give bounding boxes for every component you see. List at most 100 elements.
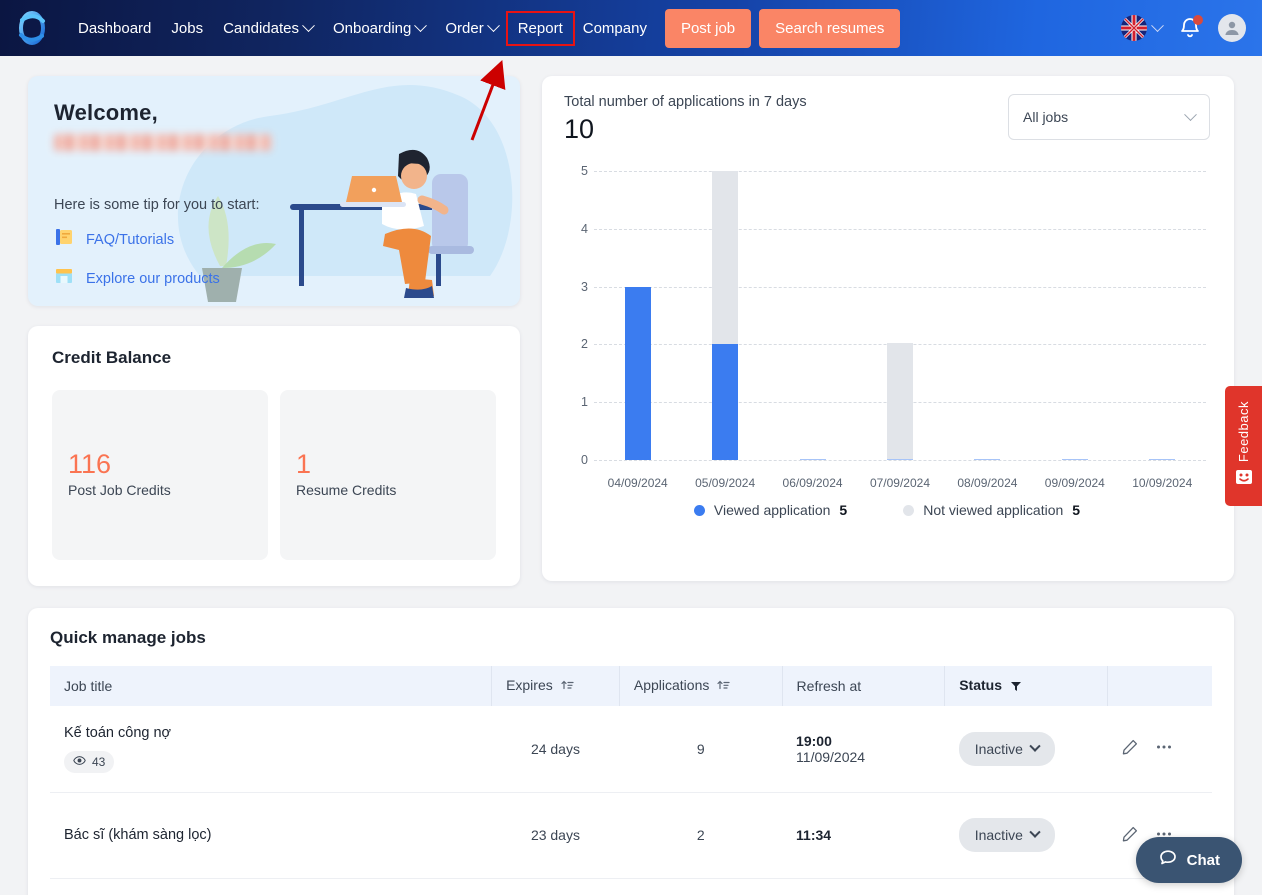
sort-icon[interactable] — [561, 679, 574, 695]
cell-refresh-at: 11:34 — [782, 792, 945, 879]
nav-item-report[interactable]: Report — [505, 10, 575, 46]
left-column: Welcome, Here is some tip for you to sta… — [28, 76, 520, 586]
nav-item-onboarding[interactable]: Onboarding — [323, 15, 435, 42]
nav-item-jobs[interactable]: Jobs — [161, 15, 213, 42]
avatar[interactable] — [1218, 14, 1246, 42]
cell-job-title[interactable]: Bác sĩ (khám sàng lọc) — [50, 792, 492, 879]
nav-item-dashboard[interactable]: Dashboard — [68, 15, 161, 42]
bar-segment-viewed — [799, 458, 826, 460]
col-label-refresh-at: Refresh at — [796, 678, 862, 694]
nav-label-onboarding: Onboarding — [332, 19, 412, 37]
gridline-0 — [594, 460, 1206, 461]
nav-item-candidates[interactable]: Candidates — [213, 15, 323, 42]
jobs-table-body: Kế toán công nợ 43 24 days 9 19:00 11/09/2024… — [50, 706, 1212, 879]
status-label: Inactive — [974, 827, 1023, 843]
legend-dot-not-viewed — [903, 504, 915, 516]
navbar-right-cluster — [1121, 14, 1246, 42]
nav-links: Dashboard Jobs Candidates Onboarding Ord… — [68, 10, 657, 46]
cell-refresh-at: 19:00 11/09/2024 — [782, 706, 945, 793]
right-column: Total number of applications in 7 days 1… — [542, 76, 1234, 586]
credit-label-resume: Resume Credits — [296, 482, 397, 499]
credit-label-post-job: Post Job Credits — [68, 482, 171, 499]
jobs-table: Job title Expires Applications Refresh a… — [50, 666, 1212, 879]
bar-segment-viewed — [624, 286, 651, 460]
col-job-title[interactable]: Job title — [50, 666, 493, 706]
bar-group[interactable] — [594, 171, 681, 460]
job-filter-select[interactable]: All jobs — [1008, 94, 1210, 140]
bar-group[interactable] — [1031, 171, 1118, 460]
cell-applications: 9 — [619, 706, 783, 793]
chart-title: Total number of applications in 7 days — [564, 94, 807, 110]
status-badge[interactable]: Inactive — [958, 818, 1055, 852]
ellipsis-icon[interactable] — [1155, 738, 1173, 759]
chart-x-axis: 04/09/2024 05/09/2024 06/09/2024 07/09/2024… — [594, 476, 1206, 490]
x-tick-label: 04/09/2024 — [607, 476, 668, 490]
language-selector[interactable] — [1121, 15, 1164, 41]
col-expires[interactable]: Expires — [491, 666, 620, 706]
cell-job-title[interactable]: Kế toán công nợ 43 — [50, 706, 492, 793]
col-refresh-at[interactable]: Refresh at — [782, 666, 946, 706]
chevron-down-icon — [302, 18, 315, 32]
credit-grid: 116 Post Job Credits 1 Resume Credits — [52, 390, 496, 560]
chevron-down-icon — [414, 18, 428, 32]
nav-item-order[interactable]: Order — [435, 15, 507, 42]
nav-label-dashboard: Dashboard — [78, 19, 152, 37]
col-applications[interactable]: Applications — [619, 666, 783, 706]
y-tick-3: 3 — [581, 279, 588, 294]
legend-item-viewed[interactable]: Viewed application 5 — [693, 502, 848, 518]
legend-value-viewed: 5 — [839, 502, 848, 518]
credit-value-resume: 1 — [296, 449, 312, 479]
jobs-table-head: Job title Expires Applications Refresh a… — [50, 666, 1212, 706]
y-tick-0: 0 — [581, 453, 588, 467]
sort-icon[interactable] — [717, 679, 730, 695]
chat-bubble-icon — [1158, 848, 1178, 872]
tip-link-label-faq: FAQ/Tutorials — [86, 231, 175, 248]
status-badge[interactable]: Inactive — [958, 731, 1055, 766]
col-status[interactable]: Status — [944, 666, 1108, 706]
col-label-expires: Expires — [506, 677, 553, 693]
col-actions — [1107, 666, 1212, 706]
tip-link-products[interactable]: Explore our products — [54, 266, 520, 291]
welcome-greeting: Welcome, — [54, 100, 158, 125]
cell-expires: 23 days — [491, 792, 620, 879]
jobs-table-header-row: Job title Expires Applications Refresh a… — [50, 666, 1212, 706]
job-title-text: Kế toán công nợ — [64, 724, 172, 741]
notifications-button[interactable] — [1178, 15, 1203, 40]
feedback-tab[interactable]: Feedback — [1225, 386, 1262, 506]
bar-group[interactable] — [1119, 171, 1206, 460]
tip-link-faq[interactable]: FAQ/Tutorials — [54, 227, 520, 252]
bar-group[interactable] — [681, 171, 768, 460]
pencil-icon[interactable] — [1121, 738, 1139, 759]
x-tick-label: 09/09/2024 — [1044, 476, 1105, 490]
job-filter-value: All jobs — [1023, 109, 1069, 125]
y-tick-2: 2 — [581, 337, 588, 352]
cell-actions — [1107, 706, 1212, 793]
refresh-date: 11/09/2024 — [796, 748, 866, 765]
chart-legend: Viewed application 5 Not viewed applicat… — [564, 502, 1210, 518]
table-row[interactable]: Bác sĩ (khám sàng lọc) 23 days 2 11:34 Inact… — [50, 792, 1212, 879]
bar-group[interactable] — [769, 171, 856, 460]
bar-segment-not-viewed — [886, 343, 913, 459]
col-label-applications: Applications — [633, 677, 710, 693]
bar-group[interactable] — [944, 171, 1031, 460]
chat-widget-button[interactable]: Chat — [1135, 837, 1242, 883]
company-logo[interactable] — [12, 8, 52, 48]
y-tick-5: 5 — [581, 164, 588, 178]
table-row[interactable]: Kế toán công nợ 43 24 days 9 19:00 11/09/2024… — [50, 706, 1212, 793]
chevron-down-icon — [1184, 107, 1197, 121]
y-tick-4: 4 — [581, 221, 588, 236]
chevron-down-icon — [1151, 18, 1164, 32]
tip-link-label-products: Explore our products — [86, 270, 220, 287]
book-icon — [54, 227, 74, 252]
uk-flag-icon — [1121, 15, 1147, 41]
top-navbar: Dashboard Jobs Candidates Onboarding Ord… — [0, 0, 1262, 56]
pencil-icon[interactable] — [1121, 825, 1139, 846]
legend-item-not-viewed[interactable]: Not viewed application 5 — [903, 502, 1080, 518]
bar-group[interactable] — [856, 171, 943, 460]
bar-segment-viewed — [1061, 458, 1088, 460]
filter-icon[interactable] — [1010, 679, 1022, 695]
nav-item-company[interactable]: Company — [573, 15, 657, 42]
search-resumes-button[interactable]: Search resumes — [759, 8, 901, 48]
post-job-button[interactable]: Post job — [664, 8, 752, 48]
col-label-status: Status — [959, 677, 1003, 693]
